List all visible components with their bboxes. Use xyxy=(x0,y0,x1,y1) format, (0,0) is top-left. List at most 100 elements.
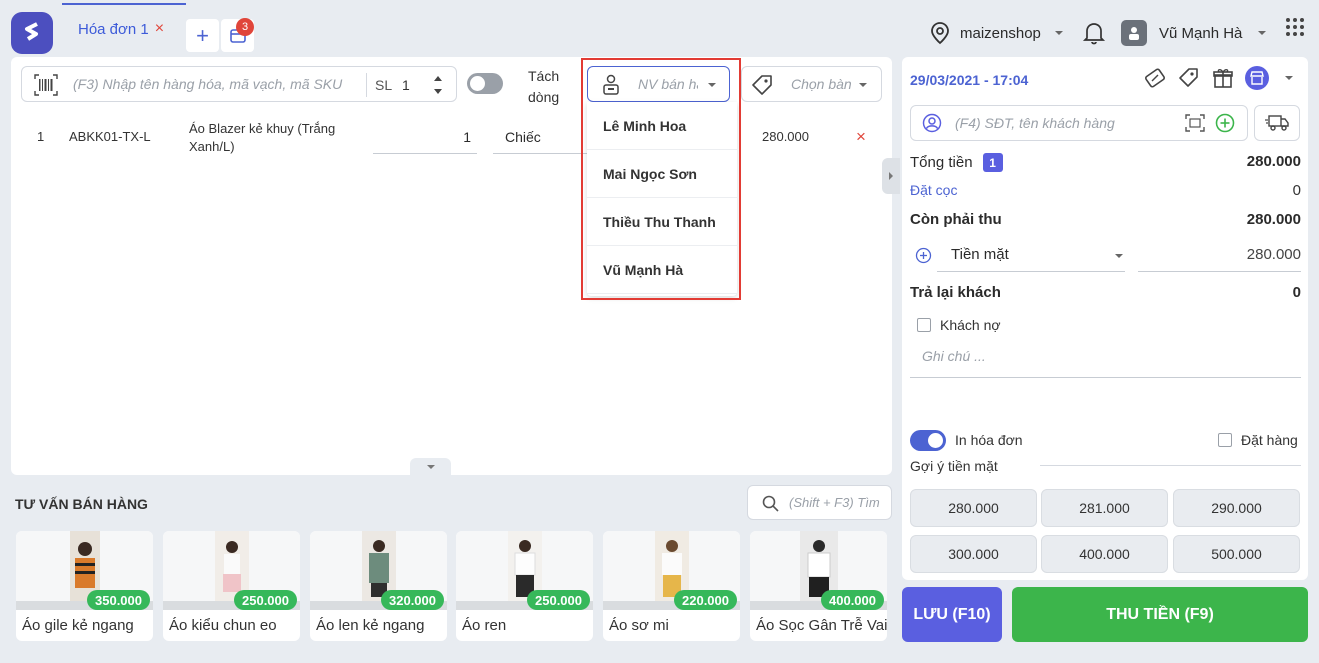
order-tools xyxy=(1143,66,1293,90)
price-badge: 220.000 xyxy=(674,590,737,610)
user-name: Vũ Mạnh Hà xyxy=(1159,24,1243,42)
delivery-truck-icon xyxy=(1265,115,1289,131)
qty-label: SL xyxy=(375,77,393,93)
price-badge: 350.000 xyxy=(87,590,150,610)
notification-bell[interactable] xyxy=(1082,20,1106,49)
deposit-row: Đặt cọc 0 xyxy=(910,182,1301,199)
chevron-down-icon xyxy=(1258,31,1267,35)
total-value: 280.000 xyxy=(1246,153,1301,170)
product-card[interactable]: 250.000 Áo kiểu chun eo xyxy=(163,531,300,641)
line-name-2: Xanh/L) xyxy=(189,139,235,154)
preorder-label: Đặt hàng xyxy=(1241,432,1298,448)
product-name: Áo sơ mi xyxy=(609,617,669,634)
product-name: Áo kiểu chun eo xyxy=(169,617,277,634)
product-card[interactable]: 250.000 Áo ren xyxy=(456,531,593,641)
search-icon xyxy=(762,495,779,512)
apps-grid-button[interactable] xyxy=(1285,17,1305,40)
debt-checkbox[interactable] xyxy=(917,318,931,332)
product-card[interactable]: 400.000 Áo Sọc Gân Trễ Vai xyxy=(750,531,887,641)
user-avatar-icon xyxy=(1121,20,1147,46)
qty-input[interactable]: 1 xyxy=(402,77,410,93)
highlight-frame xyxy=(581,58,741,300)
user-menu[interactable]: Vũ Mạnh Hà xyxy=(1121,18,1267,48)
product-card[interactable]: 220.000 Áo sơ mi xyxy=(603,531,740,641)
store-channel-icon[interactable] xyxy=(1245,66,1269,90)
print-invoice-toggle[interactable] xyxy=(910,430,946,451)
scan-qr-icon[interactable] xyxy=(1185,114,1205,132)
payment-method-value: Tiền mặt xyxy=(951,246,1009,263)
cash-suggestion-button[interactable]: 280.000 xyxy=(910,489,1037,527)
total-label-group: Tổng tiền 1 xyxy=(910,153,1003,172)
save-button[interactable]: LƯU (F10) xyxy=(902,587,1002,642)
divider xyxy=(366,73,367,97)
collapse-right-button[interactable] xyxy=(882,158,900,194)
due-label: Còn phải thu xyxy=(910,211,1002,228)
debt-checkbox-row[interactable]: Khách nợ xyxy=(917,317,1001,333)
chevron-down-icon xyxy=(1115,254,1123,258)
price-badge: 320.000 xyxy=(381,590,444,610)
add-payment-icon[interactable] xyxy=(915,247,932,264)
deposit-value: 0 xyxy=(1292,182,1301,199)
chevron-down-icon xyxy=(426,464,435,469)
cash-suggestion-button[interactable]: 281.000 xyxy=(1041,489,1168,527)
payment-amount-input[interactable]: 280.000 xyxy=(1138,242,1301,272)
product-search-box[interactable]: (F3) Nhập tên hàng hóa, mã vạch, mã SKU … xyxy=(21,66,457,102)
line-sku: ABKK01-TX-L xyxy=(69,129,151,144)
product-card[interactable]: 350.000 Áo gile kẻ ngang xyxy=(16,531,153,641)
cash-suggestion-button[interactable]: 400.000 xyxy=(1041,535,1168,573)
line-name-1: Áo Blazer kẻ khuy (Trắng xyxy=(189,121,336,136)
product-name: Áo ren xyxy=(462,617,507,634)
line-index: 1 xyxy=(37,129,45,144)
add-customer-icon[interactable] xyxy=(1215,113,1235,133)
delivery-button[interactable] xyxy=(1254,105,1300,141)
note-placeholder: Ghi chú ... xyxy=(922,348,986,364)
customer-search-placeholder: (F4) SĐT, tên khách hàng xyxy=(955,115,1115,131)
deposit-link[interactable]: Đặt cọc xyxy=(910,182,957,199)
cash-suggestion-button[interactable]: 500.000 xyxy=(1173,535,1300,573)
expand-panel-button[interactable] xyxy=(410,458,451,475)
tab-invoice-1[interactable]: Hóa đơn 1 × xyxy=(62,3,186,53)
cash-suggest-label: Gợi ý tiền mặt xyxy=(910,458,998,474)
pay-button[interactable]: THU TIỀN (F9) xyxy=(1012,587,1308,642)
chevron-down-icon[interactable] xyxy=(1285,76,1293,80)
product-name: Áo Sọc Gân Trễ Vai xyxy=(756,617,887,634)
split-line-toggle[interactable] xyxy=(467,73,503,94)
plus-icon: + xyxy=(196,22,209,48)
order-datetime[interactable]: 29/03/2021 - 17:04 xyxy=(910,72,1028,88)
cash-suggestion-button[interactable]: 290.000 xyxy=(1173,489,1300,527)
product-name: Áo gile kẻ ngang xyxy=(22,617,134,634)
preorder-checkbox-row[interactable]: Đặt hàng xyxy=(1218,432,1298,448)
tab-label: Hóa đơn 1 xyxy=(78,20,149,38)
grid-icon xyxy=(1286,18,1304,36)
line-qty-input[interactable]: 1 xyxy=(373,120,477,154)
discount-ticket-icon[interactable] xyxy=(1143,66,1167,90)
customer-search-box[interactable]: (F4) SĐT, tên khách hàng xyxy=(910,105,1248,141)
preorder-checkbox[interactable] xyxy=(1218,433,1232,447)
advice-search-placeholder: (Shift + F3) Tìm xyxy=(789,495,880,510)
payment-method-select[interactable]: Tiền mặt xyxy=(937,242,1125,272)
advice-title: TƯ VẤN BÁN HÀNG xyxy=(15,496,148,512)
table-select[interactable]: Chọn bàn xyxy=(741,66,882,102)
customer-icon xyxy=(922,113,942,133)
qty-stepper-icon[interactable] xyxy=(432,73,444,97)
chevron-right-icon xyxy=(889,172,893,180)
advice-search-box[interactable]: (Shift + F3) Tìm xyxy=(747,485,892,520)
divider xyxy=(1040,465,1301,466)
cash-suggestion-button[interactable]: 300.000 xyxy=(910,535,1037,573)
table-placeholder: Chọn bàn xyxy=(791,76,852,92)
remove-line-icon[interactable]: × xyxy=(856,127,866,147)
app-logo[interactable] xyxy=(11,12,53,54)
product-card[interactable]: 320.000 Áo len kẻ ngang xyxy=(310,531,447,641)
gift-icon[interactable] xyxy=(1211,66,1235,90)
price-tag-icon[interactable] xyxy=(1177,66,1201,90)
chevron-down-icon xyxy=(859,83,867,87)
store-name: maizenshop xyxy=(960,24,1041,42)
close-tab-icon[interactable]: × xyxy=(155,20,164,38)
price-badge: 250.000 xyxy=(527,590,590,610)
store-selector[interactable]: maizenshop xyxy=(930,18,1063,48)
add-tab-button[interactable]: + xyxy=(186,19,219,52)
note-input[interactable]: Ghi chú ... xyxy=(910,340,1301,378)
chevron-down-icon xyxy=(1054,31,1063,35)
line-product-name: Áo Blazer kẻ khuy (Trắng Xanh/L) xyxy=(189,120,335,156)
line-unit-select[interactable]: Chiếc xyxy=(493,120,587,154)
